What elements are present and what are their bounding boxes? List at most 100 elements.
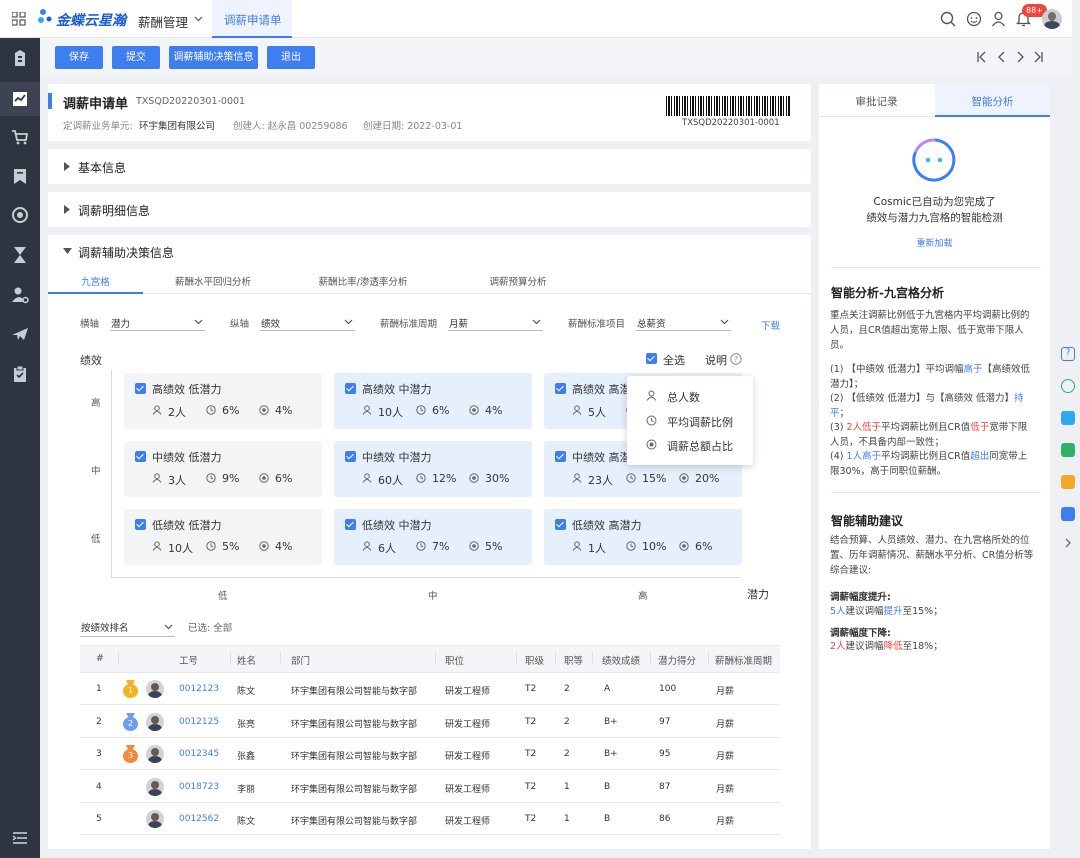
employee-id-link[interactable]: 0012123 [179, 684, 219, 694]
prev-page-icon[interactable] [996, 51, 1008, 63]
title-accent [48, 93, 52, 109]
row-index: 3 [96, 749, 102, 759]
help-side-icon[interactable]: ? [1061, 347, 1075, 361]
submit-button[interactable]: 提交 [112, 46, 160, 69]
subtab-ratio[interactable]: 薪酬比率/渗透率分析 [283, 274, 443, 288]
section-basic[interactable]: 基本信息 [48, 149, 811, 184]
y-axis-select[interactable]: 绩效 [260, 311, 355, 331]
person-icon [362, 541, 372, 551]
grid-cell[interactable]: 高绩效 低潜力 2人 6% 4% [124, 373, 322, 429]
grid-cell[interactable]: 中绩效 中潜力 60人 12% 30% [334, 441, 532, 497]
cell-checkbox[interactable] [345, 451, 356, 462]
employee-id-link[interactable]: 0012345 [179, 749, 219, 759]
collapse-menu-icon[interactable] [10, 828, 30, 848]
cell-checkbox[interactable] [345, 519, 356, 530]
app-grid-icon[interactable] [12, 12, 26, 26]
potential-score: 95 [659, 749, 671, 759]
cell-checkbox[interactable] [555, 451, 566, 462]
tab-salary-request[interactable]: 调薪申请单 [212, 0, 292, 38]
creator: 创建人: 赵永昌 00259086 [233, 121, 348, 132]
employee-id-link[interactable]: 0012125 [179, 717, 219, 727]
subtab-grid[interactable]: 九宫格 [48, 274, 143, 294]
smile-side-icon[interactable] [1061, 475, 1075, 489]
reload-link[interactable]: 重新加载 [819, 236, 1050, 249]
first-page-icon[interactable] [976, 51, 988, 63]
bookmark-icon[interactable] [10, 166, 30, 186]
subtab-regression[interactable]: 薪酬水平回归分析 [143, 274, 283, 288]
cell-count: 23人 [588, 474, 613, 487]
chevron-down-icon[interactable] [194, 16, 203, 22]
exit-button[interactable]: 退出 [267, 46, 315, 69]
explain-label[interactable]: 说明 [705, 352, 727, 368]
grid-cell[interactable]: 中绩效 低潜力 3人 9% 6% [124, 441, 322, 497]
save-button[interactable]: 保存 [55, 46, 103, 69]
coin-icon [679, 541, 689, 551]
table-row[interactable]: 2 2 0012125 张亮 环宇集团有限公司智能与数字部 研发工程师 T2 2 B+ 97 月薪 [80, 706, 780, 738]
employee-id-link[interactable]: 0018723 [179, 782, 219, 792]
module-selector[interactable]: 薪酬管理 [138, 12, 188, 31]
employee-name: 陈文 [237, 817, 256, 827]
cell-checkbox[interactable] [345, 383, 356, 394]
next-page-icon[interactable] [1014, 51, 1026, 63]
increase-title: 调薪幅度提升: [830, 592, 891, 603]
grid-cell[interactable]: 低绩效 高潜力 1人 10% 6% [544, 509, 742, 565]
aux-info-button[interactable]: 调薪辅助决策信息 [169, 46, 258, 69]
document-header: 调薪申请单 TXSQD20220301-0001 定调薪业务单元: 环宇集团有限… [48, 84, 811, 141]
nav-item-active[interactable] [0, 82, 40, 116]
clock-icon [416, 541, 426, 551]
clipboard-icon[interactable] [10, 364, 30, 384]
cell-checkbox[interactable] [135, 383, 146, 394]
list-side-icon[interactable] [1061, 507, 1075, 521]
cell-title: 中绩效 低潜力 [152, 451, 222, 464]
target-icon[interactable] [10, 205, 30, 225]
cell-count: 6人 [378, 542, 396, 555]
grid-cell[interactable]: 高绩效 中潜力 10人 6% 4% [334, 373, 532, 429]
user-settings-icon[interactable] [10, 285, 30, 305]
building-icon[interactable] [10, 48, 30, 68]
section-detail[interactable]: 调薪明细信息 [48, 192, 811, 227]
grid-cell[interactable]: 低绩效 中潜力 6人 7% 5% [334, 509, 532, 565]
subtab-budget[interactable]: 调薪预算分析 [443, 274, 593, 288]
ranking-select[interactable]: 按绩效排名 [80, 617, 175, 637]
cart-icon[interactable] [10, 127, 30, 147]
hourglass-icon[interactable] [10, 245, 30, 265]
table-row[interactable]: 5 0012562 陈文 环宇集团有限公司智能与数字部 研发工程师 T2 1 B 86 月薪 [80, 803, 780, 835]
cell-checkbox[interactable] [555, 519, 566, 530]
expand-chevron-icon[interactable] [1064, 538, 1072, 548]
period-select[interactable]: 月薪 [448, 311, 543, 331]
airplane-icon[interactable] [10, 324, 30, 344]
caret-down-icon[interactable] [63, 248, 72, 255]
row-index: 5 [96, 814, 102, 824]
cloud-side-icon[interactable] [1061, 411, 1075, 425]
tab-approval[interactable]: 审批记录 [819, 94, 934, 109]
user-avatar[interactable] [1042, 9, 1062, 29]
search-icon[interactable] [940, 11, 956, 27]
bulb-side-icon[interactable] [1061, 379, 1075, 393]
cell-checkbox[interactable] [135, 519, 146, 530]
item-select[interactable]: 总薪资 [636, 311, 731, 331]
cell-checkbox[interactable] [555, 383, 566, 394]
cell-count: 10人 [168, 542, 193, 555]
cell-avg: 6% [432, 404, 450, 417]
select-value: 潜力 [111, 319, 131, 330]
last-page-icon[interactable] [1032, 51, 1044, 63]
tab-smart-analysis[interactable]: 智能分析 [935, 84, 1050, 117]
user-icon[interactable] [991, 11, 1007, 27]
grid-cell[interactable]: 低绩效 低潜力 10人 5% 4% [124, 509, 322, 565]
help-icon[interactable]: ? [730, 353, 742, 365]
contact-side-icon[interactable] [1061, 443, 1075, 457]
smiley-icon[interactable] [966, 11, 982, 27]
table-row[interactable]: 4 0018723 李丽 环宇集团有限公司智能与数字部 研发工程师 T2 1 B 87 月薪 [80, 771, 780, 803]
cosmic-msg-1: Cosmic已自动为您完成了 [873, 196, 996, 208]
select-all-checkbox[interactable] [646, 353, 657, 364]
cell-title: 低绩效 低潜力 [152, 519, 222, 532]
subtab-divider [48, 293, 811, 294]
download-link[interactable]: 下载 [761, 318, 780, 332]
employee-id-link[interactable]: 0012562 [179, 814, 219, 824]
table-row[interactable]: 3 3 0012345 张鑫 环宇集团有限公司智能与数字部 研发工程师 T2 2 B+ 95 月薪 [80, 738, 780, 770]
x-axis-select[interactable]: 潜力 [110, 311, 205, 331]
cell-checkbox[interactable] [135, 451, 146, 462]
level: 1 [564, 781, 570, 792]
table-row[interactable]: 1 1 0012123 陈文 环宇集团有限公司智能与数字部 研发工程师 T2 2 A 100 月薪 [80, 673, 780, 705]
finding-4: (4) 1人高于平均调薪比例且CR值超出同宽带上限30%，高于同职位薪酬。 [830, 451, 1028, 477]
